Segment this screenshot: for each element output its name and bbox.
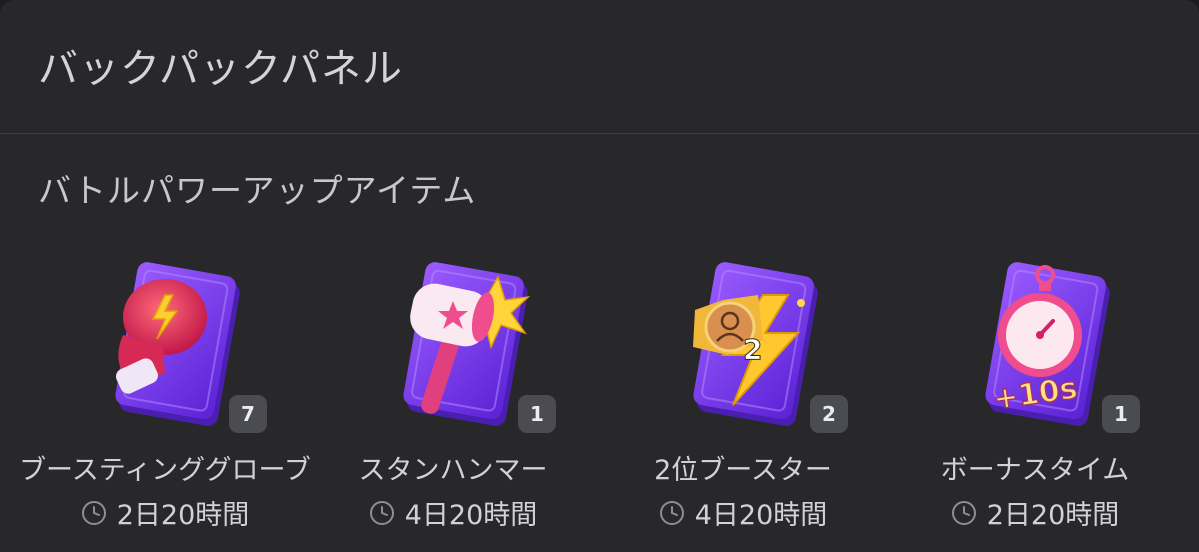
panel-header: バックパックパネル — [0, 0, 1199, 134]
item-card-2nd-booster[interactable]: 2 2 2位ブースター 4日20時間 — [593, 255, 893, 545]
boxing-glove-icon — [15, 255, 315, 430]
quantity-badge: 2 — [810, 395, 848, 433]
clock-icon — [369, 500, 394, 525]
item-name: ブースティンググローブ — [19, 455, 311, 486]
item-time: 2日20時間 — [15, 493, 315, 532]
item-grid: 7 ブースティンググローブ 2日20時間 1 スタンハンマー 4日20時間 2 … — [0, 255, 1199, 545]
art-label: 2 — [743, 333, 762, 366]
clock-icon — [81, 500, 106, 525]
item-name: 2位ブースター — [654, 455, 832, 486]
quantity-badge: 1 — [518, 395, 556, 433]
time-remaining: 2日20時間 — [116, 500, 250, 531]
time-remaining: 4日20時間 — [694, 500, 828, 531]
item-name: スタンハンマー — [358, 455, 548, 486]
item-card-bonus-time[interactable]: +10s 1 ボーナスタイム 2日20時間 — [885, 255, 1185, 545]
quantity-badge: 1 — [1102, 395, 1140, 433]
time-remaining: 4日20時間 — [404, 500, 538, 531]
item-card-stun-hammer[interactable]: 1 スタンハンマー 4日20時間 — [303, 255, 603, 545]
time-remaining: 2日20時間 — [986, 500, 1120, 531]
hammer-icon — [303, 255, 603, 430]
item-time: 2日20時間 — [885, 493, 1185, 532]
quantity-badge: 7 — [229, 395, 267, 433]
item-time: 4日20時間 — [593, 493, 893, 532]
clock-icon — [659, 500, 684, 525]
item-name: ボーナスタイム — [940, 455, 1130, 486]
item-card-boosting-glove[interactable]: 7 ブースティンググローブ 2日20時間 — [15, 255, 315, 545]
stopwatch-icon: +10s — [885, 255, 1185, 430]
clock-icon — [951, 500, 976, 525]
item-time: 4日20時間 — [303, 493, 603, 532]
section-title: バトルパワーアップアイテム — [38, 171, 477, 210]
backpack-panel: バックパックパネル バトルパワーアップアイテム 7 ブースティンググローブ 2日… — [0, 0, 1199, 552]
booster-badge-icon: 2 — [593, 255, 893, 430]
panel-title: バックパックパネル — [38, 46, 403, 92]
